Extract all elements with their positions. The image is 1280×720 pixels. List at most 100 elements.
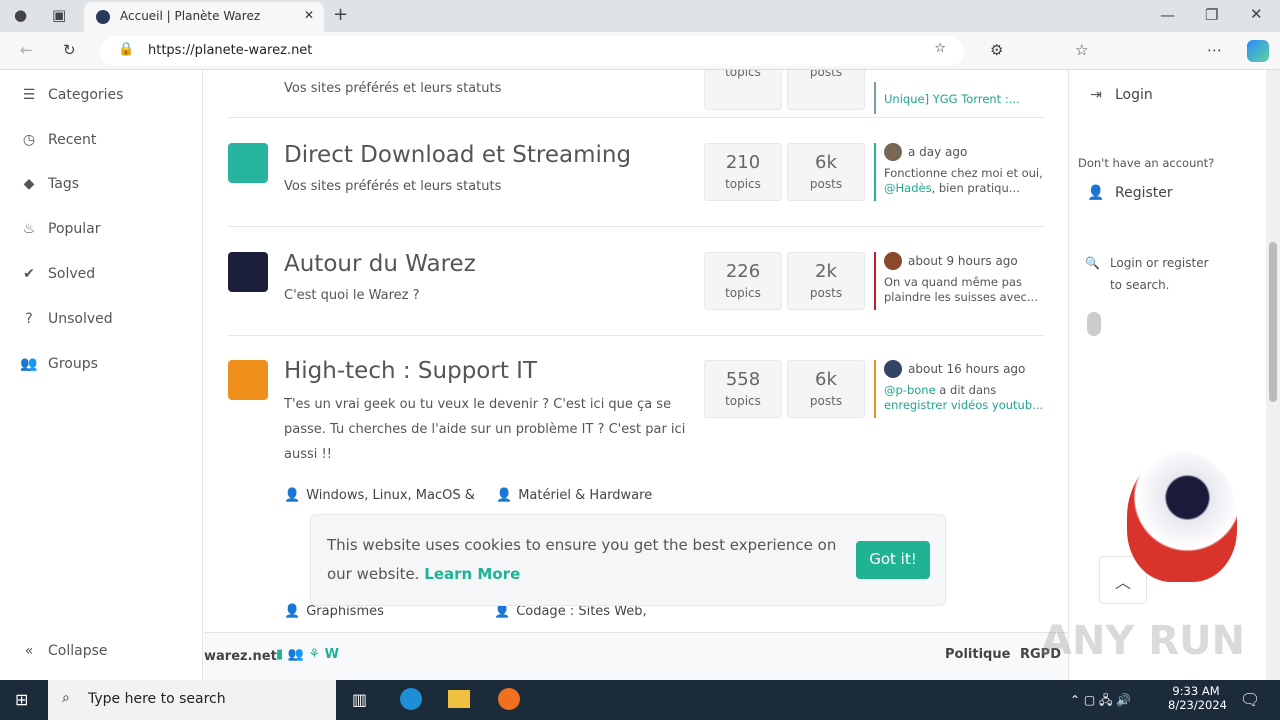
cookie-banner: This website uses cookies to ensure you … bbox=[310, 514, 946, 606]
category-title[interactable]: Autour du Warez bbox=[284, 251, 476, 277]
user-icon: 👤 bbox=[494, 604, 511, 619]
got-it-button[interactable]: Got it! bbox=[856, 541, 930, 579]
back-icon[interactable]: ← bbox=[20, 41, 33, 59]
collapse-button[interactable]: « Collapse bbox=[20, 643, 108, 659]
favorites-icon[interactable]: ☆ bbox=[1075, 41, 1088, 59]
footer-site[interactable]: warez.net bbox=[204, 649, 277, 664]
maximize-icon[interactable]: ❐ bbox=[1205, 6, 1218, 24]
posts-count: 6k posts bbox=[787, 360, 865, 418]
sidebar-item-label: Popular bbox=[48, 221, 101, 237]
close-tab-icon[interactable]: ✕ bbox=[304, 8, 314, 22]
browser-tab[interactable]: Accueil | Planète Warez ✕ bbox=[84, 2, 324, 32]
sidebar-item-unsolved[interactable]: ? Unsolved bbox=[20, 311, 113, 327]
close-window-icon[interactable]: ✕ bbox=[1250, 5, 1263, 23]
search-hint: 🔍 Login or register to search. bbox=[1085, 252, 1215, 296]
clock[interactable]: 9:33 AM 8/23/2024 bbox=[1168, 684, 1227, 712]
taskbar-search-input[interactable]: ⌕ Type here to search bbox=[48, 680, 336, 720]
category-icon bbox=[228, 252, 268, 292]
category-row: Direct Download et Streaming Vos sites p… bbox=[228, 118, 1045, 227]
copilot-icon[interactable] bbox=[1247, 40, 1269, 62]
footer-link-politique[interactable]: Politique bbox=[945, 647, 1010, 662]
url-input[interactable]: 🔒 https://planete-warez.net ☆ bbox=[100, 36, 964, 66]
category-description: C'est quoi le Warez ? bbox=[284, 288, 420, 303]
category-title[interactable]: High-tech : Support IT bbox=[284, 358, 537, 384]
category-row: Autour du Warez C'est quoi le Warez ? 22… bbox=[228, 227, 1045, 336]
extensions-icon[interactable]: ⚙ bbox=[990, 41, 1003, 59]
edge-icon[interactable] bbox=[400, 688, 422, 710]
notifications-icon[interactable]: 🗨 bbox=[1240, 690, 1260, 709]
tab-title: Accueil | Planète Warez bbox=[120, 9, 261, 23]
tab-actions-icon[interactable]: ▣ bbox=[52, 6, 66, 24]
sidebar-item-categories[interactable]: ☰ Categories bbox=[20, 87, 124, 103]
search-icon: ⌕ bbox=[62, 690, 70, 706]
posts-count: 6k posts bbox=[787, 143, 865, 201]
footer: warez.net ▮ 👥 ⚘ W Politique RGPD bbox=[204, 632, 1068, 680]
subcategory-link[interactable]: 👤 Codage : Sites Web, bbox=[494, 604, 647, 619]
sidebar-item-tags[interactable]: ◆ Tags bbox=[20, 176, 79, 192]
check-icon: ✔ bbox=[23, 266, 35, 282]
category-description: T'es un vrai geek ou tu veux le devenir … bbox=[284, 397, 686, 462]
last-post[interactable]: Unique] YGG Torrent :... bbox=[874, 82, 1046, 114]
category-icon bbox=[228, 143, 268, 183]
search-icon: 🔍 bbox=[1085, 256, 1100, 270]
list-icon: ☰ bbox=[22, 87, 36, 103]
no-account-text: Don't have an account? bbox=[1078, 156, 1215, 170]
category-title[interactable]: Direct Download et Streaming bbox=[284, 142, 631, 168]
user-icon: 👤 bbox=[496, 488, 513, 503]
sidebar-item-groups[interactable]: 👥 Groups bbox=[20, 356, 98, 372]
sidebar-item-label: Unsolved bbox=[48, 311, 113, 327]
subcategory-link[interactable]: 👤 Windows, Linux, MacOS & bbox=[284, 488, 475, 503]
sidebar-item-label: Categories bbox=[48, 87, 124, 103]
footer-social-icons[interactable]: ▮ 👥 ⚘ W bbox=[276, 647, 339, 662]
user-icon: 👤 bbox=[284, 488, 301, 503]
url-text: https://planete-warez.net bbox=[148, 43, 313, 58]
login-link[interactable]: ⇥ Login bbox=[1087, 87, 1153, 103]
sidebar-item-popular[interactable]: ♨ Popular bbox=[20, 221, 101, 237]
sidebar-item-label: Groups bbox=[48, 356, 98, 372]
category-description: Vos sites préférés et leurs statuts bbox=[284, 179, 502, 194]
category-icon bbox=[228, 360, 268, 400]
collapse-label: Collapse bbox=[48, 643, 108, 659]
windows-start-icon[interactable]: ⊞ bbox=[15, 690, 28, 709]
firefox-icon[interactable] bbox=[498, 688, 520, 710]
last-post[interactable]: about 9 hours ago On va quand même pas pl… bbox=[874, 252, 1046, 310]
topics-count: 558 topics bbox=[704, 360, 782, 418]
sidebar-item-label: Recent bbox=[48, 132, 97, 148]
sidebar-item-recent[interactable]: ◷ Recent bbox=[20, 132, 97, 148]
login-icon: ⇥ bbox=[1090, 87, 1102, 103]
users-icon: 👥 bbox=[20, 356, 38, 372]
sidebar-item-solved[interactable]: ✔ Solved bbox=[20, 266, 95, 282]
task-view-icon[interactable]: ▥ bbox=[352, 690, 367, 709]
right-sidebar: ⇥ Login Don't have an account? 👤 Register … bbox=[1041, 70, 1266, 680]
new-tab-icon[interactable]: + bbox=[333, 4, 348, 25]
subcategory-link[interactable]: 👤 Matériel & Hardware bbox=[496, 488, 652, 503]
avatar bbox=[884, 143, 902, 161]
tab-bar: ● ▣ Accueil | Planète Warez ✕ + — ❐ ✕ bbox=[0, 0, 1280, 32]
avatar bbox=[884, 252, 902, 270]
refresh-icon[interactable]: ↻ bbox=[63, 41, 76, 59]
category-row: Vos sites préférés et leurs statuts topi… bbox=[228, 70, 1045, 118]
topics-count: 210 topics bbox=[704, 143, 782, 201]
watermark: ANY RUN bbox=[1041, 618, 1246, 664]
minimize-icon[interactable]: — bbox=[1160, 6, 1175, 24]
last-post[interactable]: a day ago Fonctionne chez moi et oui, @Ha… bbox=[874, 143, 1046, 201]
cookie-text: This website uses cookies to ensure you … bbox=[327, 536, 837, 583]
clock-icon: ◷ bbox=[22, 132, 36, 148]
topics-count: topics bbox=[704, 70, 782, 110]
file-explorer-icon[interactable] bbox=[448, 690, 470, 708]
profile-icon[interactable]: ● bbox=[14, 6, 27, 24]
register-link[interactable]: 👤 Register bbox=[1087, 185, 1172, 201]
question-icon: ? bbox=[25, 311, 33, 327]
posts-count: 2k posts bbox=[787, 252, 865, 310]
learn-more-link[interactable]: Learn More bbox=[424, 565, 520, 583]
user-icon: 👤 bbox=[284, 604, 301, 619]
system-tray-icons[interactable]: ⌃ ▢ 🖧 🔊 bbox=[1070, 691, 1131, 712]
avatar bbox=[884, 360, 902, 378]
subcategory-link[interactable]: 👤 Graphismes bbox=[284, 604, 384, 619]
more-icon[interactable]: ⋯ bbox=[1207, 41, 1222, 59]
scrollbar[interactable] bbox=[1266, 70, 1280, 680]
star-icon[interactable]: ☆ bbox=[934, 41, 946, 56]
toggle[interactable] bbox=[1087, 312, 1101, 336]
left-sidebar: ☰ Categories ◷ Recent ◆ Tags ♨ Popular ✔ Solv… bbox=[0, 70, 203, 680]
last-post[interactable]: about 16 hours ago @p-bone a dit dans enr… bbox=[874, 360, 1046, 418]
